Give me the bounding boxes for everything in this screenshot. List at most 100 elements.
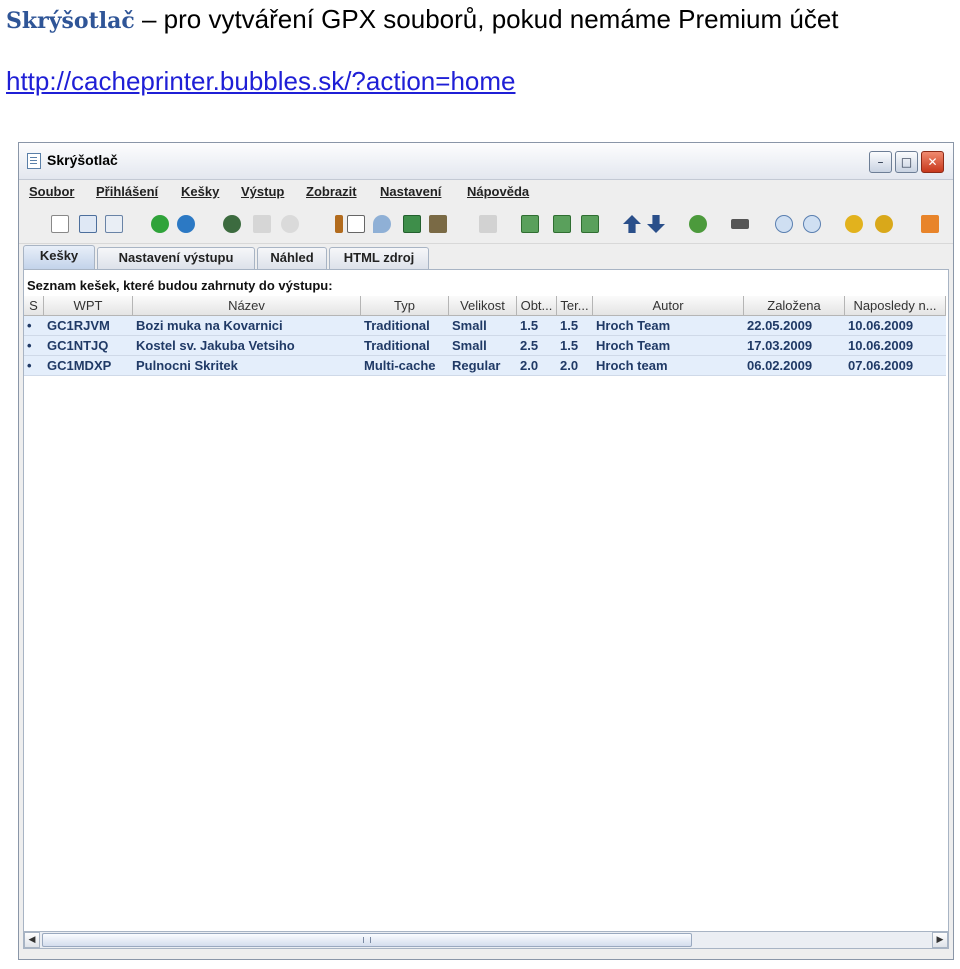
disabled-icon [253, 215, 271, 233]
scroll-right-button[interactable]: ▶ [932, 932, 948, 948]
cell-nazev: Bozi muka na Kovarnici [136, 318, 283, 333]
cell-obtiznost: 1.5 [520, 318, 539, 333]
document-title-app-name: Skrýšotlač [6, 8, 135, 34]
cell-wpt: GC1NTJQ [47, 338, 109, 353]
menu-nastaveni[interactable]: Nastavení [380, 184, 441, 199]
cell-obtiznost: 2.0 [520, 358, 539, 373]
circle-blue-icon[interactable] [803, 215, 821, 233]
green-go-icon[interactable] [151, 215, 169, 233]
menu-bar: Soubor Přihlášení Kešky Výstup Zobrazit … [19, 180, 953, 207]
cell-status: • [27, 318, 32, 333]
grid-green-icon[interactable] [581, 215, 599, 233]
disabled-icon [281, 215, 299, 233]
cell-autor: Hroch Team [596, 338, 671, 353]
refresh-icon[interactable] [689, 215, 707, 233]
close-button[interactable]: ✕ [921, 151, 944, 173]
open-book-icon[interactable] [79, 215, 97, 233]
search-icon[interactable] [373, 215, 391, 233]
cell-naposledy: 10.06.2009 [848, 338, 914, 353]
cache-list-panel: Seznam kešek, které budou zahrnuty do vý… [23, 269, 949, 939]
cacheprinter-link[interactable]: http://cacheprinter.bubbles.sk/?action=h… [6, 66, 516, 97]
disabled-icon [479, 215, 497, 233]
cell-nazev: Kostel sv. Jakuba Vetsiho [136, 338, 295, 353]
tip-icon[interactable] [875, 215, 893, 233]
tab-nahled[interactable]: Náhled [257, 247, 327, 269]
arrow-up-icon[interactable] [623, 215, 641, 233]
cell-zalozena: 06.02.2009 [747, 358, 813, 373]
menu-vystup[interactable]: Výstup [241, 184, 284, 199]
cell-teren: 1.5 [560, 318, 579, 333]
grid-green-icon[interactable] [553, 215, 571, 233]
cell-typ: Traditional [364, 318, 430, 333]
grid-green-icon[interactable] [521, 215, 539, 233]
window-title: Skrýšotlač [47, 152, 118, 168]
cell-wpt: GC1RJVM [47, 318, 110, 333]
cell-wpt: GC1MDXP [47, 358, 112, 373]
help-icon[interactable] [845, 215, 863, 233]
menu-soubor[interactable]: Soubor [29, 184, 75, 199]
circle-blue-icon[interactable] [775, 215, 793, 233]
document-title: Skrýšotlač – pro vytváření GPX souborů, … [6, 2, 839, 36]
bottle-icon[interactable] [335, 215, 343, 233]
column-header-s[interactable]: S [24, 296, 44, 316]
new-file-icon[interactable] [51, 215, 69, 233]
horizontal-scrollbar[interactable]: ◀ ▶ [23, 931, 949, 949]
scroll-left-button[interactable]: ◀ [24, 932, 40, 948]
menu-napoveda[interactable]: Nápověda [467, 184, 529, 199]
cell-naposledy: 07.06.2009 [848, 358, 914, 373]
cache-list-label: Seznam kešek, které budou zahrnuty do vý… [27, 278, 333, 293]
tab-html-zdroj[interactable]: HTML zdroj [329, 247, 429, 269]
exit-icon[interactable] [921, 215, 939, 233]
spreadsheet-icon[interactable] [403, 215, 421, 233]
table-row[interactable]: • GC1MDXP Pulnocni Skritek Multi-cache R… [24, 356, 946, 376]
column-header-typ[interactable]: Typ [361, 296, 449, 316]
copy-icon[interactable] [105, 215, 123, 233]
column-header-autor[interactable]: Autor [593, 296, 744, 316]
cell-velikost: Small [452, 338, 487, 353]
scissors-icon[interactable] [731, 219, 749, 229]
title-bar[interactable]: Skrýšotlač – □ ✕ [19, 143, 953, 180]
menu-prihlaseni[interactable]: Přihlášení [96, 184, 158, 199]
scroll-thumb[interactable] [42, 933, 692, 947]
toolbar [19, 207, 953, 244]
scroll-grip [363, 937, 371, 943]
tab-nastaveni-vystupu[interactable]: Nastavení výstupu [97, 247, 255, 269]
column-header-wpt[interactable]: WPT [44, 296, 133, 316]
cell-autor: Hroch Team [596, 318, 671, 333]
app-icon [27, 153, 41, 169]
cell-typ: Traditional [364, 338, 430, 353]
arrow-down-icon[interactable] [647, 215, 665, 233]
cell-typ: Multi-cache [364, 358, 436, 373]
column-header-nazev[interactable]: Název [133, 296, 361, 316]
geocaching-icon[interactable] [347, 215, 365, 233]
cell-zalozena: 17.03.2009 [747, 338, 813, 353]
column-header-zalozena[interactable]: Založena [744, 296, 845, 316]
table-row[interactable]: • GC1RJVM Bozi muka na Kovarnici Traditi… [24, 316, 946, 336]
cell-velikost: Small [452, 318, 487, 333]
minimize-button[interactable]: – [869, 151, 892, 173]
globe-icon[interactable] [177, 215, 195, 233]
cell-autor: Hroch team [596, 358, 668, 373]
table-row[interactable]: • GC1NTJQ Kostel sv. Jakuba Vetsiho Trad… [24, 336, 946, 356]
cell-teren: 2.0 [560, 358, 579, 373]
cell-velikost: Regular [452, 358, 501, 373]
column-header-teren[interactable]: Ter... [557, 296, 593, 316]
menu-kesky[interactable]: Kešky [181, 184, 219, 199]
cell-naposledy: 10.06.2009 [848, 318, 914, 333]
cell-nazev: Pulnocni Skritek [136, 358, 238, 373]
cell-obtiznost: 2.5 [520, 338, 539, 353]
filter-icon[interactable] [429, 215, 447, 233]
cell-status: • [27, 358, 32, 373]
column-header-naposledy[interactable]: Naposledy n... [845, 296, 946, 316]
menu-zobrazit[interactable]: Zobrazit [306, 184, 357, 199]
cell-zalozena: 22.05.2009 [747, 318, 813, 333]
cell-teren: 1.5 [560, 338, 579, 353]
tab-kesky[interactable]: Kešky [23, 245, 95, 269]
maximize-button[interactable]: □ [895, 151, 918, 173]
gear-icon[interactable] [223, 215, 241, 233]
app-window: Skrýšotlač – □ ✕ Soubor Přihlášení Kešky… [18, 142, 954, 960]
cell-status: • [27, 338, 32, 353]
column-header-velikost[interactable]: Velikost [449, 296, 517, 316]
column-header-obtiznost[interactable]: Obt... [517, 296, 557, 316]
document-title-text: – pro vytváření GPX souborů, pokud nemám… [134, 4, 839, 34]
